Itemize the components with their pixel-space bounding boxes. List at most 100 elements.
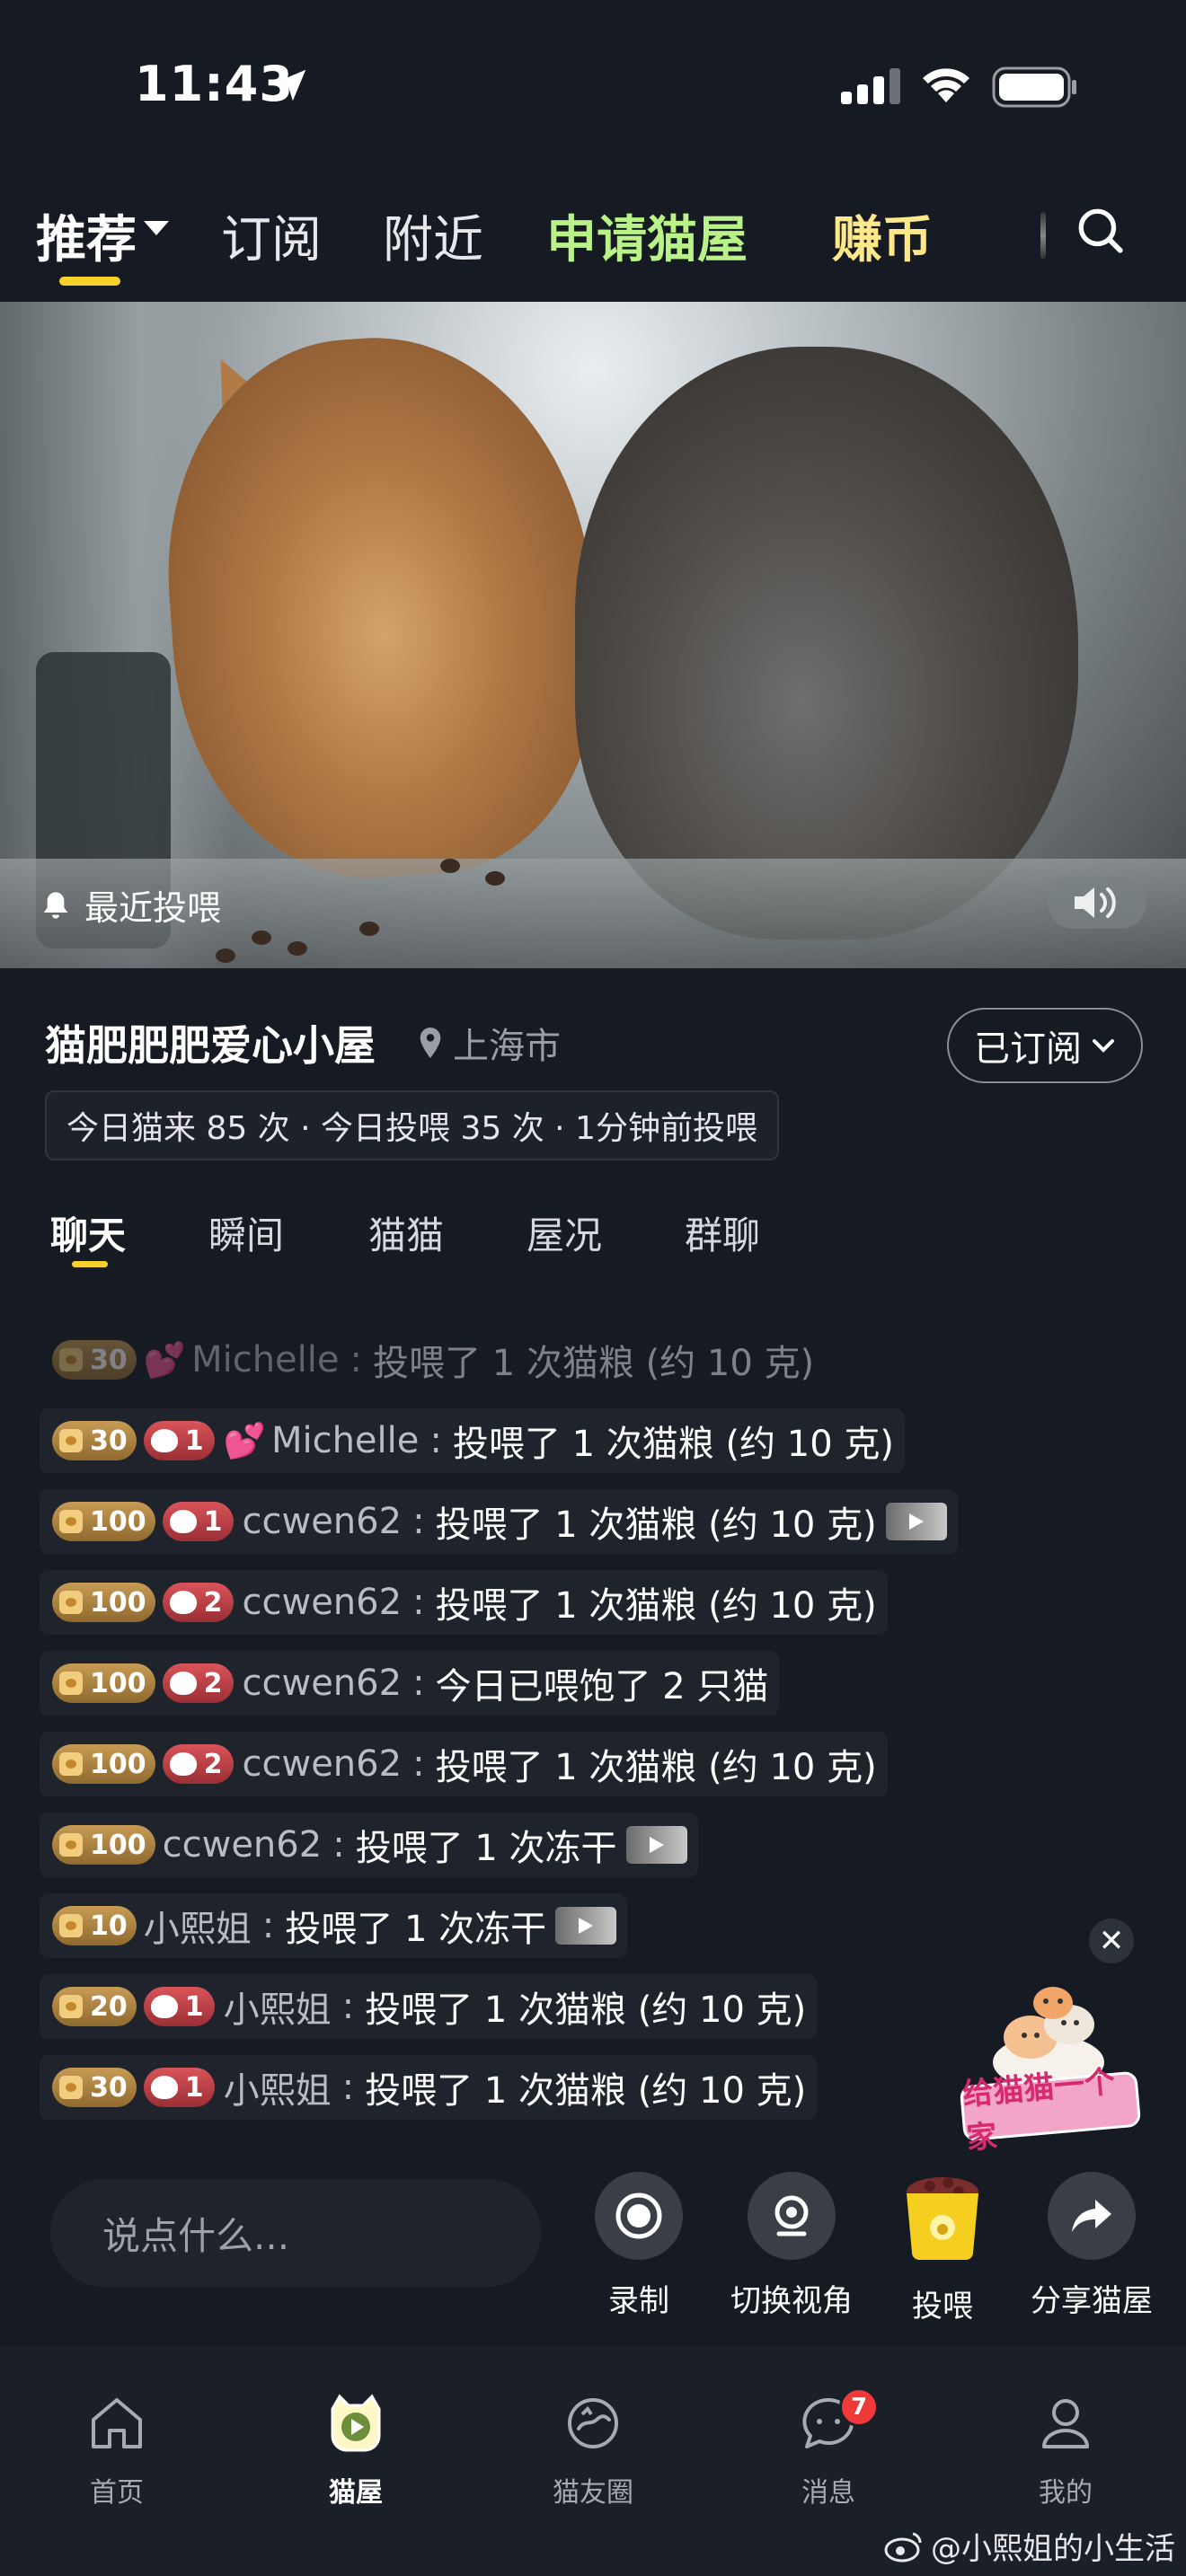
level-badge: 100 bbox=[52, 1825, 155, 1865]
nav-cat-house[interactable]: 猫屋 bbox=[266, 2391, 446, 2510]
heart-icon: 💕 bbox=[143, 1339, 187, 1380]
tab-earn-coins[interactable]: 赚币 bbox=[832, 199, 933, 272]
cat-count-badge: 1 bbox=[162, 1502, 234, 1541]
wifi-icon bbox=[923, 68, 969, 102]
cat-face-icon bbox=[150, 1995, 178, 2018]
level-cube-icon bbox=[59, 1672, 83, 1695]
chat-username[interactable]: ccwen62 bbox=[243, 1663, 403, 1704]
chat-text: 投喂了 1 次猫粮 (约 10 克) bbox=[435, 1747, 877, 1788]
video-thumbnail-icon[interactable] bbox=[625, 1826, 687, 1864]
chat-username[interactable]: Michelle bbox=[271, 1420, 419, 1461]
chat-username[interactable]: 小熙姐 bbox=[144, 1900, 252, 1952]
level-cube-icon bbox=[59, 1348, 83, 1372]
battery-icon bbox=[992, 66, 1076, 108]
level-value: 30 bbox=[90, 1425, 128, 1457]
share-house-label: 分享猫屋 bbox=[1031, 2283, 1153, 2319]
share-house-button[interactable]: 分享猫屋 bbox=[1015, 2172, 1168, 2320]
level-cube-icon bbox=[59, 2076, 83, 2099]
tab-subscribed[interactable]: 订阅 bbox=[221, 199, 322, 272]
chat-text: 投喂了 1 次冻干 bbox=[285, 1909, 547, 1950]
room-location: 上海市 bbox=[415, 1017, 561, 1069]
cat-count-value: 1 bbox=[184, 2071, 204, 2104]
tab-cats[interactable]: 猫猫 bbox=[368, 1205, 444, 1260]
chat-row: 100 1 ccwen62: 投喂了 1 次猫粮 (约 10 克) bbox=[40, 1489, 1100, 1570]
chat-message[interactable]: 30 1 小熙姐: 投喂了 1 次猫粮 (约 10 克) bbox=[40, 2055, 818, 2120]
chat-username[interactable]: ccwen62 bbox=[243, 1501, 403, 1542]
chat-separator: : bbox=[412, 1582, 425, 1623]
tab-recommend[interactable]: 推荐 bbox=[36, 199, 137, 272]
chat-separator: : bbox=[350, 1339, 362, 1381]
chat-username[interactable]: Michelle bbox=[191, 1339, 339, 1381]
tab-moments[interactable]: 瞬间 bbox=[208, 1205, 284, 1260]
chevron-down-icon[interactable] bbox=[144, 221, 169, 235]
record-button[interactable]: 录制 bbox=[562, 2172, 715, 2320]
level-value: 100 bbox=[90, 1505, 146, 1538]
live-camera-video[interactable] bbox=[0, 302, 1186, 968]
level-cube-icon bbox=[59, 1591, 83, 1614]
recent-feed-button[interactable]: 最近投喂 bbox=[41, 880, 221, 930]
room-stats: 今日猫来 85 次 · 今日投喂 35 次 · 1分钟前投喂 bbox=[45, 1090, 779, 1160]
cat-count-badge: 1 bbox=[143, 2068, 215, 2107]
chat-username[interactable]: ccwen62 bbox=[243, 1743, 403, 1785]
chat-text: 投喂了 1 次猫粮 (约 10 克) bbox=[435, 1504, 877, 1546]
chat-row: 20 1 小熙姐: 投喂了 1 次猫粮 (约 10 克) bbox=[40, 1974, 1100, 2055]
nav-cat-circle[interactable]: 猫友圈 bbox=[503, 2391, 683, 2510]
level-cube-icon bbox=[59, 1914, 83, 1937]
chat-feed[interactable]: 30 💕 Michelle: 投喂了 1 次猫粮 (约 10 克) 30 1 💕 Michel… bbox=[40, 1328, 1100, 2136]
record-label: 录制 bbox=[608, 2283, 669, 2319]
unread-badge: 7 bbox=[839, 2387, 879, 2427]
chat-message[interactable]: 100 2 ccwen62: 今日已喂饱了 2 只猫 bbox=[40, 1651, 780, 1716]
tab-apply-cat-house[interactable]: 申请猫屋 bbox=[546, 199, 748, 272]
chat-message[interactable]: 10 小熙姐: 投喂了 1 次冻干 bbox=[40, 1893, 628, 1958]
chat-input[interactable]: 说点什么... bbox=[50, 2179, 541, 2287]
nav-cat-circle-label: 猫友圈 bbox=[553, 2477, 633, 2509]
heart-icon: 💕 bbox=[223, 1420, 266, 1460]
chat-message[interactable]: 100 1 ccwen62: 投喂了 1 次猫粮 (约 10 克) bbox=[40, 1489, 958, 1554]
room-title: 猫肥肥肥爱心小屋 bbox=[45, 1021, 376, 1070]
watermark: @小熙姐的小生活 bbox=[884, 2524, 1175, 2568]
chat-text: 投喂了 1 次猫粮 (约 10 克) bbox=[435, 1585, 877, 1627]
chat-username[interactable]: 小熙姐 bbox=[224, 1981, 332, 2033]
chat-text: 投喂了 1 次猫粮 (约 10 克) bbox=[365, 1989, 807, 2031]
subscribe-button[interactable]: 已订阅 bbox=[947, 1008, 1143, 1083]
nav-messages[interactable]: 7 消息 bbox=[739, 2387, 918, 2510]
volume-toggle[interactable] bbox=[1048, 877, 1146, 929]
chat-separator: : bbox=[341, 2067, 355, 2108]
chat-message[interactable]: 100 2 ccwen62: 投喂了 1 次猫粮 (约 10 克) bbox=[40, 1570, 888, 1635]
feed-label: 投喂 bbox=[912, 2289, 973, 2325]
nav-home[interactable]: 首页 bbox=[27, 2391, 207, 2510]
feed-button[interactable]: 投喂 bbox=[866, 2172, 1019, 2325]
close-icon[interactable]: ✕ bbox=[1089, 1919, 1134, 1963]
adopt-promo-sticker[interactable]: 给猫猫一个家 bbox=[959, 1972, 1142, 2157]
nav-profile[interactable]: 我的 bbox=[976, 2391, 1155, 2510]
chat-message[interactable]: 100 2 ccwen62: 投喂了 1 次猫粮 (约 10 克) bbox=[40, 1732, 888, 1796]
tab-group-chat[interactable]: 群聊 bbox=[685, 1205, 760, 1260]
tab-overflow-indicator bbox=[1040, 212, 1046, 259]
video-thumbnail-icon[interactable] bbox=[555, 1907, 617, 1945]
chat-message[interactable]: 30 💕 Michelle: 投喂了 1 次猫粮 (约 10 克) bbox=[40, 1328, 825, 1392]
chat-separator: : bbox=[429, 1420, 442, 1461]
chat-username[interactable]: ccwen62 bbox=[243, 1582, 403, 1623]
tab-chat[interactable]: 聊天 bbox=[50, 1205, 126, 1260]
chat-separator: : bbox=[412, 1501, 425, 1542]
video-thumbnail-icon[interactable] bbox=[885, 1503, 947, 1540]
tab-nearby[interactable]: 附近 bbox=[383, 199, 483, 272]
chat-message[interactable]: 30 1 💕 Michelle: 投喂了 1 次猫粮 (约 10 克) bbox=[40, 1408, 905, 1473]
level-cube-icon bbox=[59, 1429, 83, 1452]
chat-username[interactable]: 小熙姐 bbox=[224, 2061, 332, 2113]
tab-house-status[interactable]: 屋况 bbox=[527, 1205, 602, 1260]
switch-view-button[interactable]: 切换视角 bbox=[715, 2172, 868, 2320]
chat-username[interactable]: ccwen62 bbox=[163, 1824, 323, 1866]
search-icon[interactable] bbox=[1075, 205, 1127, 257]
chat-message[interactable]: 20 1 小熙姐: 投喂了 1 次猫粮 (约 10 克) bbox=[40, 1974, 818, 2039]
kibble bbox=[252, 931, 271, 945]
bell-icon bbox=[43, 891, 68, 919]
nav-home-label: 首页 bbox=[90, 2477, 144, 2509]
chat-separator: : bbox=[341, 1986, 355, 2027]
speaker-icon bbox=[1075, 887, 1116, 918]
active-tab-indicator bbox=[59, 277, 120, 286]
profile-icon bbox=[1042, 2399, 1089, 2448]
chat-message[interactable]: 100 ccwen62: 投喂了 1 次冻干 bbox=[40, 1813, 698, 1877]
cellular-signal-icon bbox=[841, 68, 900, 104]
chat-row: 100 2 ccwen62: 今日已喂饱了 2 只猫 bbox=[40, 1651, 1100, 1732]
